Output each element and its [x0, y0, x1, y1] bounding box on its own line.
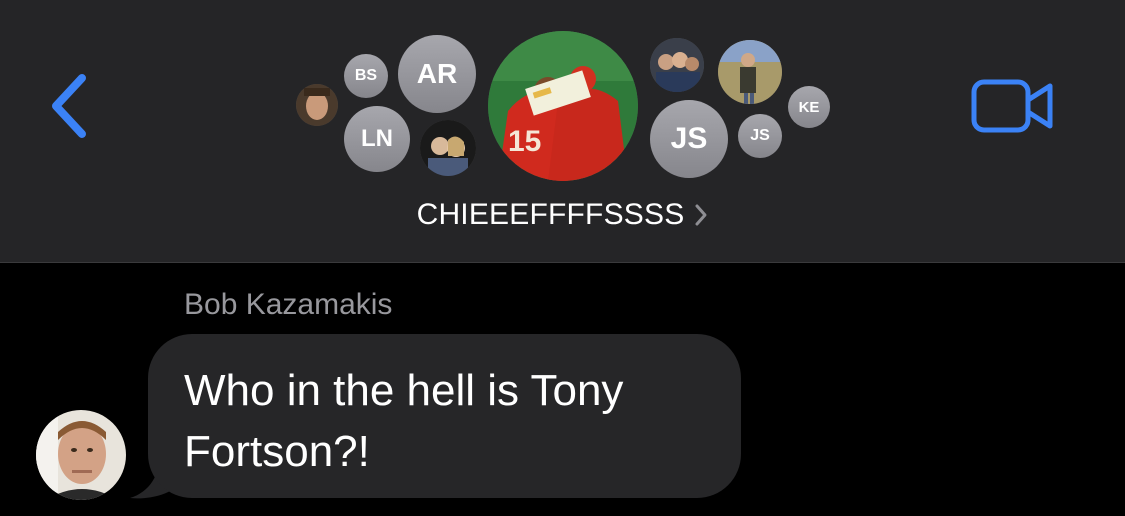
group-name-button[interactable]: CHIEEEFFFFSSSS [0, 193, 1125, 237]
group-name: CHIEEEFFFFSSSS [416, 198, 685, 231]
message-bubble[interactable]: Who in the hell is Tony Fortson?! [148, 334, 741, 498]
person-photo-icon [296, 84, 338, 126]
message-text-line-2: Fortson?! [184, 427, 370, 476]
participant-avatar-ar[interactable]: AR [398, 35, 476, 113]
participant-avatar-ln[interactable]: LN [344, 106, 410, 172]
chevron-right-icon [695, 204, 707, 226]
video-camera-icon [971, 79, 1053, 133]
participant-avatar-bs[interactable]: BS [344, 54, 388, 98]
back-button[interactable] [44, 70, 96, 142]
conversation-header: BS AR LN 15 JS JS KE CHIEEEFFFFSSSS [0, 0, 1125, 263]
team-hug-photo-icon: 15 [488, 31, 638, 181]
sender-avatar[interactable] [36, 410, 126, 500]
participant-avatar-js-small[interactable]: JS [738, 114, 782, 158]
chevron-left-icon [52, 74, 86, 138]
group-photo-avatar[interactable]: 15 [488, 31, 638, 181]
message-text-line-1: Who in the hell is Tony [184, 366, 624, 415]
participant-avatar-photo-2[interactable] [420, 120, 476, 176]
participant-avatar-photo-1[interactable] [296, 84, 338, 126]
participant-avatar-ke[interactable]: KE [788, 86, 830, 128]
friends-photo-icon [650, 38, 704, 92]
facetime-video-button[interactable] [970, 78, 1056, 134]
outdoor-photo-icon [718, 40, 782, 104]
participant-avatar-photo-3[interactable] [650, 38, 704, 92]
sender-name: Bob Kazamakis [184, 288, 393, 321]
person-photo-icon [36, 410, 126, 500]
participant-avatar-photo-4[interactable] [718, 40, 782, 104]
couple-photo-icon [420, 120, 476, 176]
participant-avatar-js-large[interactable]: JS [650, 100, 728, 178]
svg-text:15: 15 [508, 125, 541, 158]
